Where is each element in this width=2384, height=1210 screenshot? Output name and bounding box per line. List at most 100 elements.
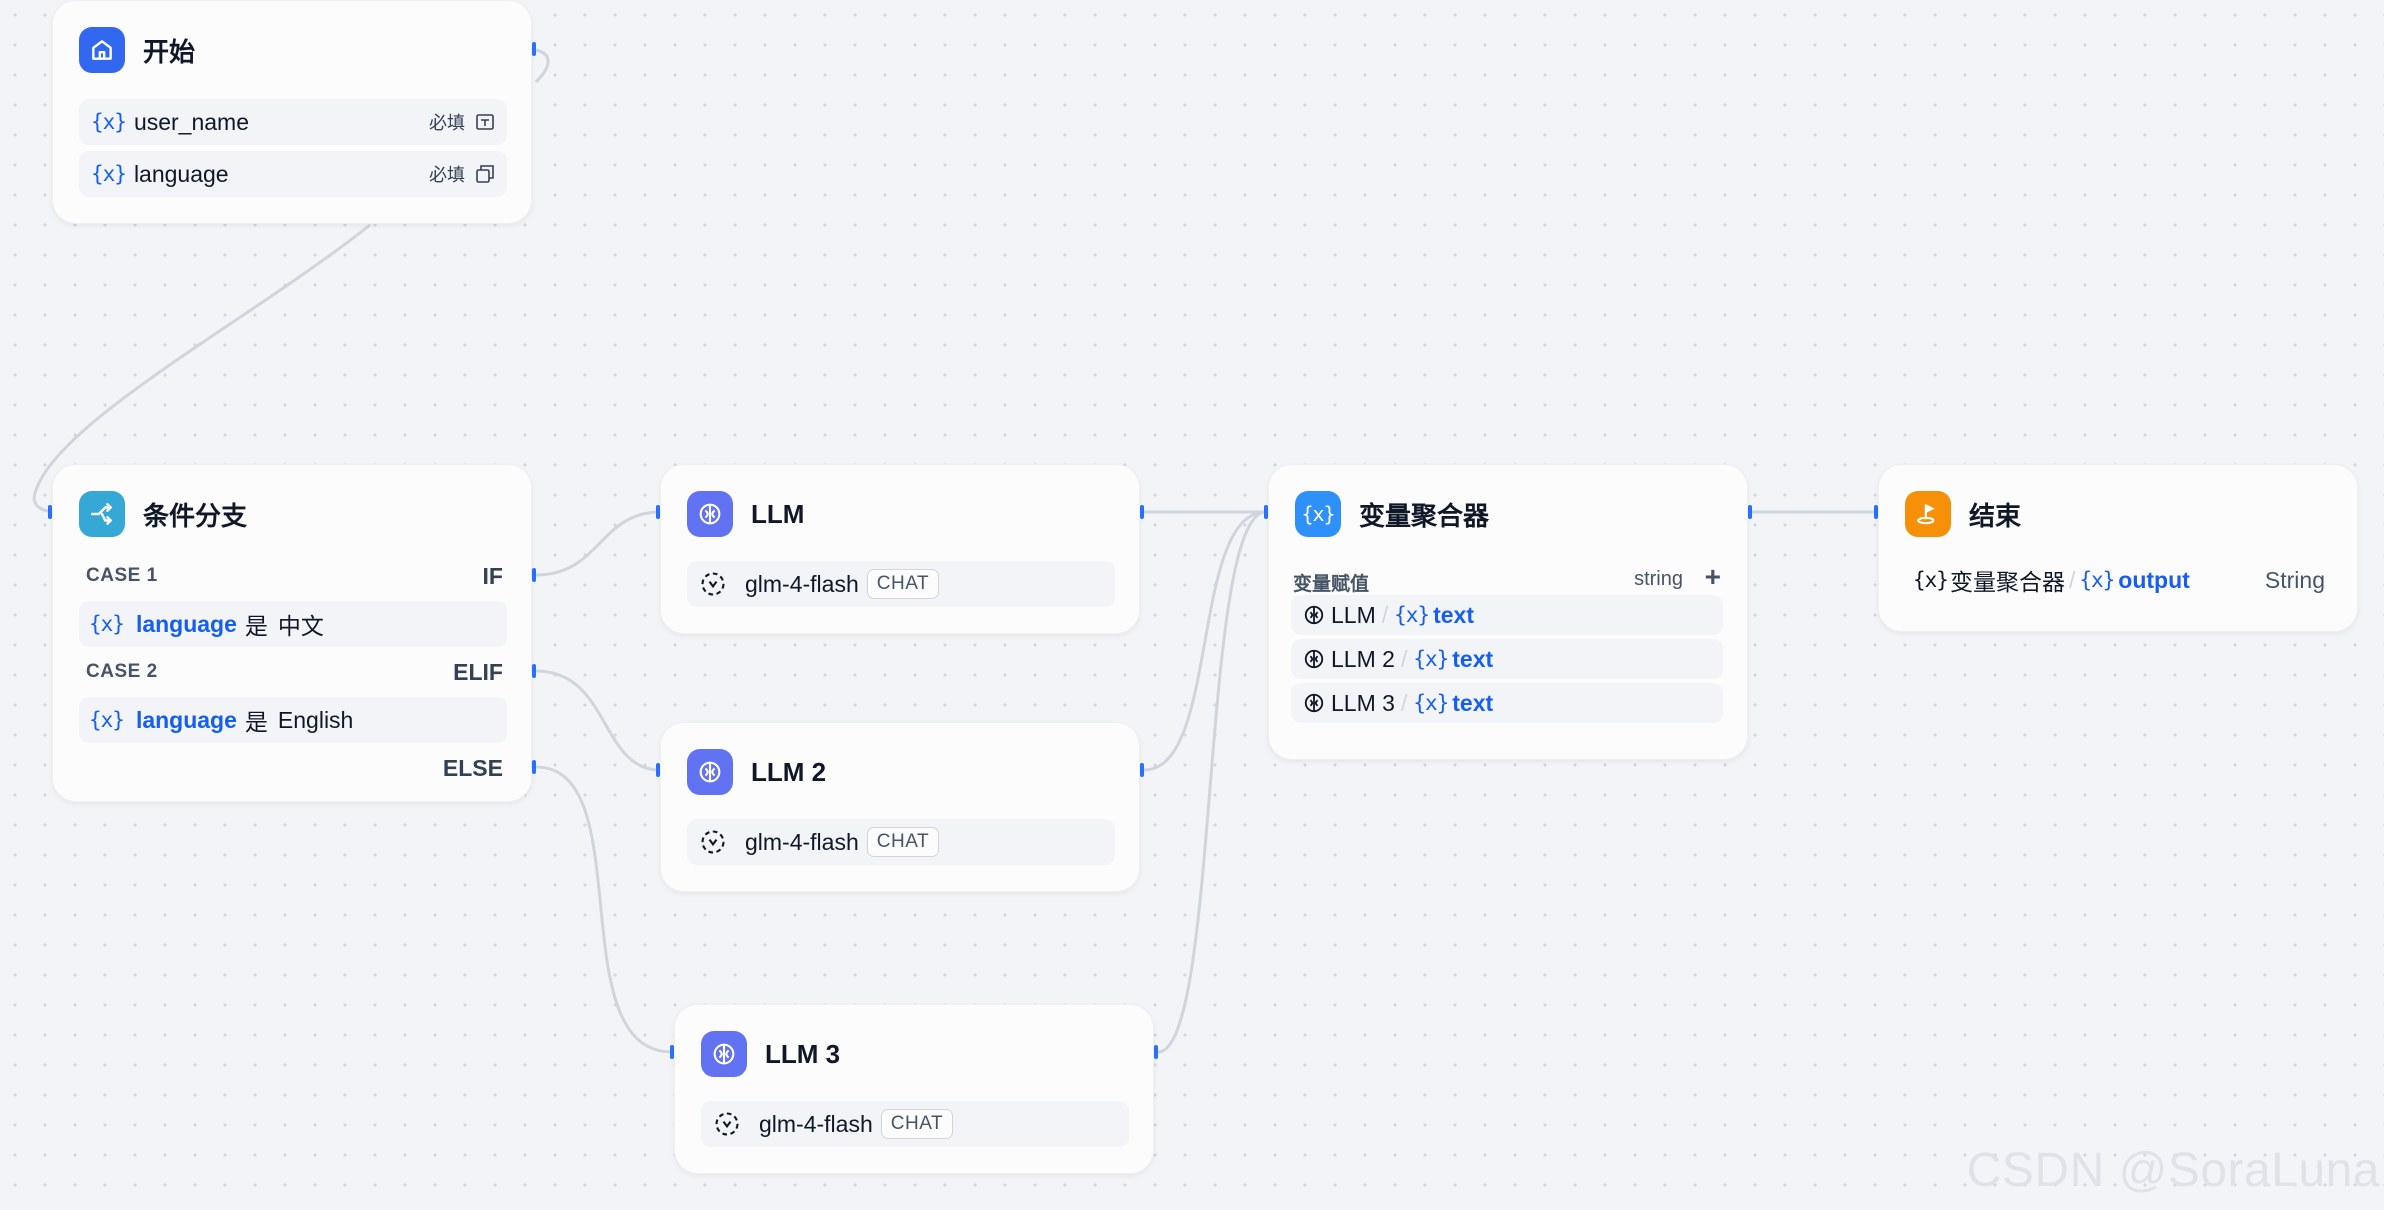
llm-node-header: LLM 2 xyxy=(687,747,826,797)
llm-node-header: LLM xyxy=(687,489,804,539)
llm-node[interactable]: LLM 3 glm-4-flash CHAT xyxy=(674,1004,1154,1174)
required-label: 必填 xyxy=(429,113,465,133)
condition-variable: language xyxy=(135,706,237,733)
elif-output-handle[interactable] xyxy=(532,664,536,678)
model-icon xyxy=(715,1112,739,1136)
llm-mode-tag: CHAT xyxy=(866,827,940,857)
condition-operator: 是 xyxy=(244,709,268,735)
end-output-type: String xyxy=(2264,566,2325,593)
if-else-input-handle[interactable] xyxy=(48,505,52,519)
start-var-row[interactable]: {x} user_name 必填 xyxy=(79,99,507,145)
aggregator-item-var: text xyxy=(1433,601,1474,628)
path-separator: / xyxy=(1381,601,1389,628)
variable-icon: {x} xyxy=(1394,603,1430,627)
llm-input-handle[interactable] xyxy=(656,505,660,519)
end-flag-icon xyxy=(1905,491,1951,537)
llm-brain-icon xyxy=(1304,693,1324,713)
if-output-handle[interactable] xyxy=(532,568,536,582)
branch-icon xyxy=(79,491,125,537)
condition-row[interactable]: {x} language 是 中文 xyxy=(79,601,507,647)
end-node-title: 结束 xyxy=(1969,500,2022,531)
llm-input-handle[interactable] xyxy=(656,763,660,777)
llm-output-handle[interactable] xyxy=(1140,505,1144,519)
wire-if-to-llm1 xyxy=(535,510,661,577)
llm-model-name: glm-4-flash xyxy=(745,570,859,597)
variable-icon: {x} xyxy=(89,612,125,636)
llm-brain-icon xyxy=(701,1031,747,1077)
variable-aggregator-node[interactable]: {x} 变量聚合器 变量赋值 string + LLM / {x} text L… xyxy=(1268,464,1748,760)
end-output-var: output xyxy=(2118,566,2190,593)
condition-operator: 是 xyxy=(244,613,268,639)
text-input-icon xyxy=(476,114,494,130)
llm-output-handle[interactable] xyxy=(1140,763,1144,777)
end-node[interactable]: 结束 {x} 变量聚合器 / {x} output String xyxy=(1878,464,2358,632)
llm-node-title: LLM 3 xyxy=(765,1038,841,1069)
path-separator: / xyxy=(1400,645,1408,672)
watermark: CSDN @SoraLuna xyxy=(1966,1144,2380,1197)
start-var-name: language xyxy=(133,160,229,187)
end-output-row[interactable]: {x} 变量聚合器 / {x} output String xyxy=(1901,557,2337,603)
condition-variable: language xyxy=(135,610,237,637)
start-var-name: user_name xyxy=(133,108,250,135)
start-var-row[interactable]: {x} language 必填 xyxy=(79,151,507,197)
llm-model-row[interactable]: glm-4-flash CHAT xyxy=(701,1101,1129,1147)
aggregator-add-button[interactable]: + xyxy=(1705,561,1721,593)
path-separator: / xyxy=(1400,689,1408,716)
variable-icon: {x} xyxy=(2079,568,2115,592)
llm-model-row[interactable]: glm-4-flash CHAT xyxy=(687,819,1115,865)
else-output-handle[interactable] xyxy=(532,760,536,774)
llm-model-row[interactable]: glm-4-flash CHAT xyxy=(687,561,1115,607)
variable-icon: {x} xyxy=(91,162,127,186)
llm-node[interactable]: LLM 2 glm-4-flash CHAT xyxy=(660,722,1140,892)
llm-mode-tag: CHAT xyxy=(866,569,940,599)
llm-output-handle[interactable] xyxy=(1154,1045,1158,1059)
llm-model-name: glm-4-flash xyxy=(745,828,859,855)
aggregator-item[interactable]: LLM 2 / {x} text xyxy=(1291,639,1723,679)
case-2-label: CASE 2 xyxy=(86,661,158,682)
if-else-node-title: 条件分支 xyxy=(143,500,248,531)
start-node-header: 开始 xyxy=(79,25,195,75)
aggregator-item[interactable]: LLM 3 / {x} text xyxy=(1291,683,1723,723)
start-output-handle[interactable] xyxy=(532,42,536,56)
wire-llm2-to-agg xyxy=(1143,510,1267,772)
aggregator-item-node: LLM 2 xyxy=(1331,645,1395,672)
home-icon xyxy=(79,27,125,73)
else-branch-label: ELSE xyxy=(442,755,503,781)
wire-elif-to-llm2 xyxy=(535,669,661,772)
variable-icon: {x} xyxy=(89,708,125,732)
variable-icon: {x} xyxy=(1413,691,1449,715)
aggregator-item-node: LLM 3 xyxy=(1331,689,1395,716)
llm-model-name: glm-4-flash xyxy=(759,1110,873,1137)
end-node-header: 结束 xyxy=(1905,489,2021,539)
wire-else-to-llm3 xyxy=(535,765,673,1054)
llm-brain-icon xyxy=(687,749,733,795)
condition-row[interactable]: {x} language 是 English xyxy=(79,697,507,743)
select-icon xyxy=(476,165,494,183)
path-separator: / xyxy=(2068,566,2076,593)
if-else-node[interactable]: 条件分支 CASE 1 IF {x} language 是 中文 CASE 2 … xyxy=(52,464,532,802)
wire-llm3-to-agg xyxy=(1157,510,1267,1054)
aggregator-output-handle[interactable] xyxy=(1748,505,1752,519)
llm-node-header: LLM 3 xyxy=(701,1029,840,1079)
elif-branch-label: ELIF xyxy=(453,659,503,685)
aggregator-node-title: 变量聚合器 xyxy=(1359,500,1490,531)
end-input-handle[interactable] xyxy=(1874,505,1878,519)
llm-brain-icon xyxy=(1304,649,1324,669)
aggregator-item-var: text xyxy=(1452,645,1494,672)
llm-node[interactable]: LLM glm-4-flash CHAT xyxy=(660,464,1140,634)
llm-input-handle[interactable] xyxy=(670,1045,674,1059)
variable-icon: {x} xyxy=(91,110,127,134)
model-icon xyxy=(701,572,725,596)
aggregator-item[interactable]: LLM / {x} text xyxy=(1291,595,1723,635)
required-label: 必填 xyxy=(429,165,465,185)
start-var-required: 必填 xyxy=(429,161,495,187)
llm-node-title: LLM xyxy=(751,498,805,529)
llm-brain-icon xyxy=(1304,605,1324,625)
aggregator-icon-glyph: {x} xyxy=(1301,502,1335,526)
variable-aggregator-icon: {x} xyxy=(1295,491,1341,537)
start-node[interactable]: 开始 {x} user_name 必填 {x} language 必填 xyxy=(52,0,532,224)
condition-value: 中文 xyxy=(277,613,324,639)
aggregator-item-node: LLM xyxy=(1331,601,1376,628)
aggregator-input-handle[interactable] xyxy=(1264,505,1268,519)
aggregator-type: string xyxy=(1634,568,1683,590)
